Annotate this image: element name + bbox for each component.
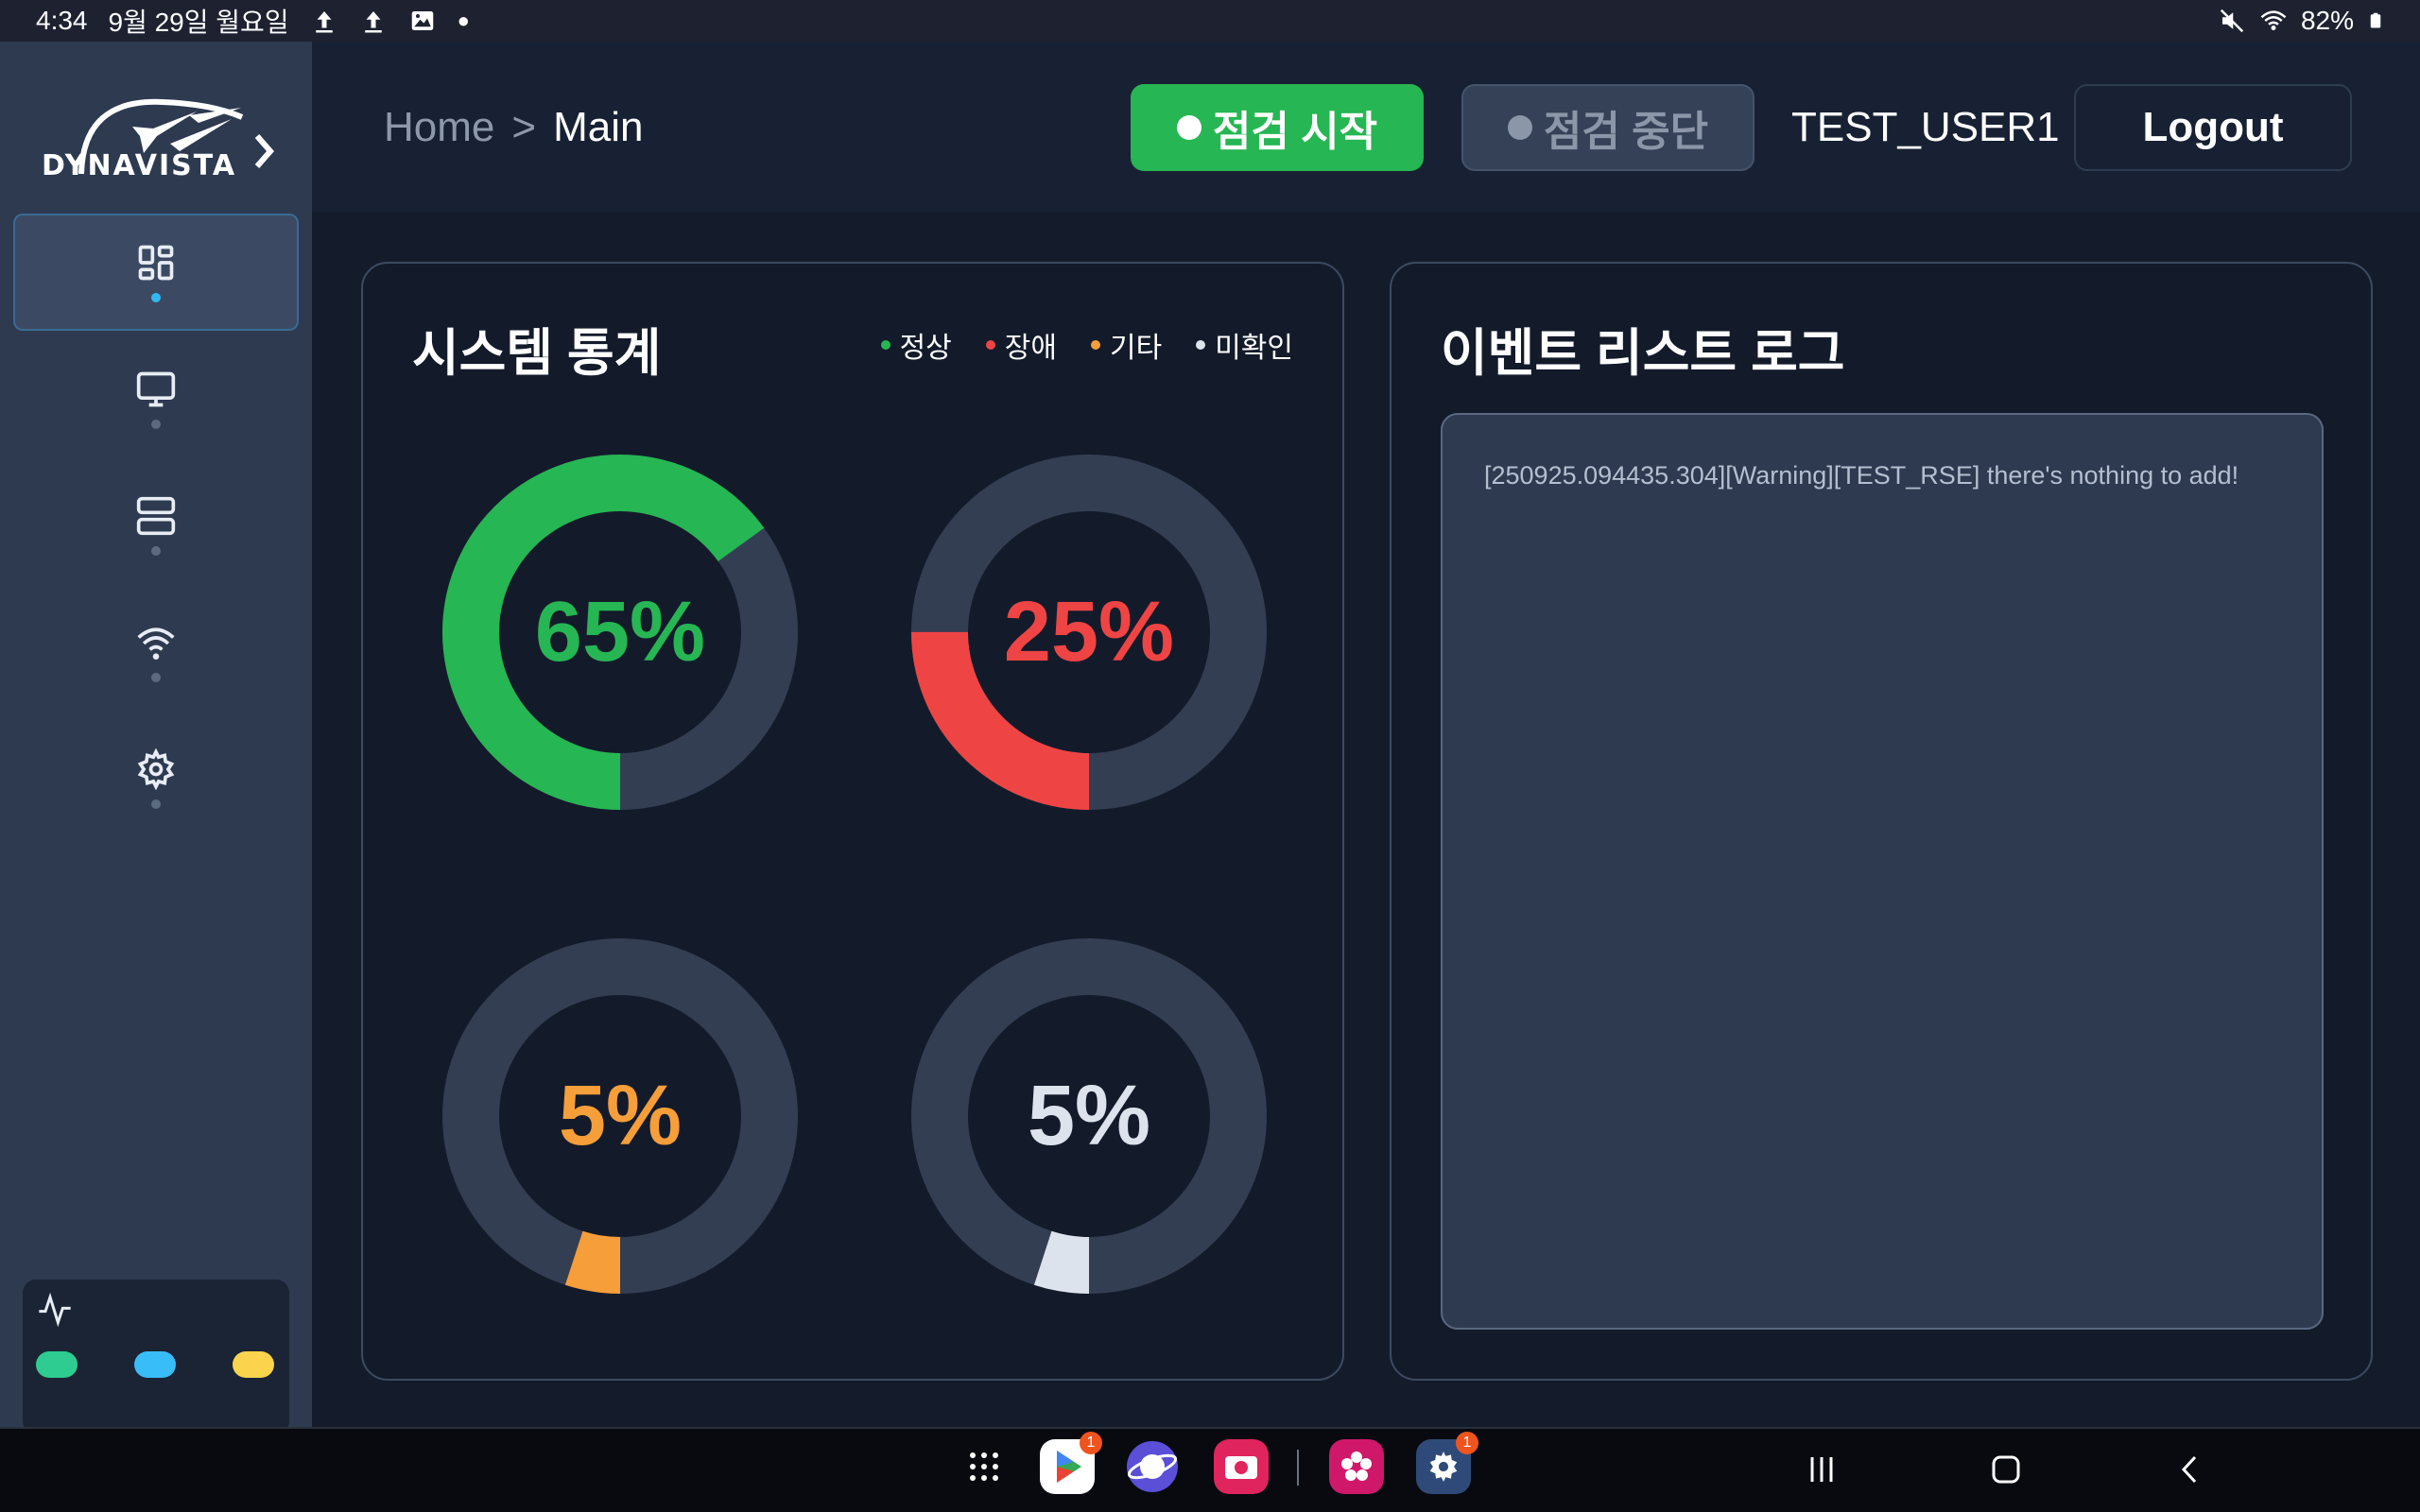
stop-inspection-label: 점검 중단 (1543, 109, 1709, 155)
legend-label: 장애 (1004, 333, 1057, 364)
legend-item: 정상 (880, 324, 952, 366)
logout-button[interactable]: Logout (2074, 84, 2352, 171)
wifi-icon (137, 627, 175, 660)
nav-indicator-dot (151, 293, 161, 302)
stop-inspection-button[interactable]: 점검 중단 (1461, 84, 1754, 171)
mute-icon (2220, 9, 2244, 33)
status-dot (1176, 115, 1201, 140)
notification-badge: 1 (1456, 1432, 1478, 1454)
legend-item: 미확인 (1196, 324, 1293, 366)
battery-percent: 82% (2300, 6, 2354, 35)
notification-badge: 1 (1080, 1432, 1102, 1454)
donut-value: 5% (1027, 1068, 1151, 1163)
status-dot (1507, 115, 1532, 140)
status-indicator-panel (23, 1280, 289, 1435)
home-icon[interactable] (1982, 1446, 2030, 1493)
back-icon[interactable] (2167, 1446, 2214, 1493)
donut-normal: 65% (441, 453, 800, 812)
flower-app-icon[interactable] (1329, 1439, 1384, 1494)
nav-dashboard[interactable] (13, 214, 299, 331)
status-date: 9월 29일 월요일 (108, 8, 289, 37)
user-name: TEST_USER1 (1791, 104, 2060, 150)
image-icon (411, 11, 433, 30)
legend-label: 정상 (899, 333, 952, 364)
log-line: [250925.094435.304][Warning][TEST_RSE] t… (1484, 461, 2239, 490)
system-stats-card: 시스템 통계 정상 장애 기타 미확인 65% 25% 5% 5% (361, 262, 1344, 1381)
app-grid-icon[interactable] (957, 1439, 1011, 1494)
sidebar: DYNAVISTA (0, 42, 312, 1435)
breadcrumb-home[interactable]: Home (384, 104, 494, 151)
start-inspection-label: 점검 시작 (1212, 109, 1378, 155)
start-inspection-button[interactable]: 점검 시작 (1131, 84, 1424, 171)
activity-icon (39, 1292, 71, 1328)
stats-title: 시스템 통계 (412, 325, 662, 382)
donut-other: 5% (441, 936, 800, 1296)
donut-value: 65% (534, 584, 706, 679)
donut-value: 25% (1003, 584, 1175, 679)
stats-legend: 정상 장애 기타 미확인 (880, 324, 1293, 366)
nav-indicator-dot (151, 673, 161, 682)
legend-label: 기타 (1109, 333, 1163, 364)
settings-app-icon[interactable]: 1 (1416, 1432, 1478, 1494)
recent-apps-icon[interactable] (1798, 1446, 1845, 1493)
breadcrumb-current: Main (553, 104, 644, 150)
status-time: 4:34 (36, 6, 88, 35)
monitor-icon (136, 371, 176, 407)
event-log-card: 이벤트 리스트 로그 [250925.094435.304][Warning][… (1390, 262, 2373, 1381)
dashboard-icon (138, 245, 174, 281)
legend-item: 기타 (1090, 324, 1163, 366)
legend-dot (880, 340, 890, 350)
indicator-blue (134, 1351, 176, 1378)
event-log-box[interactable]: [250925.094435.304][Warning][TEST_RSE] t… (1441, 413, 2324, 1330)
header: Home > Main 점검 시작 점검 중단 TEST_USER1 Logou… (312, 42, 2420, 212)
legend-dot (985, 340, 995, 350)
donut-fault: 25% (909, 453, 1269, 812)
donut-value: 5% (558, 1068, 683, 1163)
upload-icon (315, 11, 333, 33)
dock-divider (1297, 1450, 1299, 1486)
nav-indicator-dot (151, 546, 161, 556)
donut-unverified: 5% (909, 936, 1269, 1296)
legend-dot (1196, 340, 1206, 350)
status-bar: 4:34 9월 29일 월요일 ● 82% (0, 0, 2420, 42)
nav-server[interactable] (13, 467, 299, 584)
camera-icon[interactable] (1214, 1439, 1269, 1494)
nav-wifi[interactable] (13, 593, 299, 711)
nav-indicator-dot (151, 799, 161, 809)
main-content: 시스템 통계 정상 장애 기타 미확인 65% 25% 5% 5% 이벤트 리스… (312, 212, 2420, 1427)
legend-label: 미확인 (1215, 333, 1293, 364)
logo-text: DYNAVISTA (42, 149, 237, 182)
nav-indicator-dot (151, 420, 161, 429)
legend-item: 장애 (985, 324, 1057, 366)
breadcrumb: Home > Main (384, 104, 643, 151)
indicator-yellow (233, 1351, 274, 1378)
internet-browser-icon[interactable] (1125, 1439, 1180, 1494)
upload-icon (364, 11, 382, 33)
event-log-title: 이벤트 리스트 로그 (1441, 325, 1845, 382)
indicator-green (36, 1351, 78, 1378)
battery-icon (2370, 12, 2381, 28)
play-store-icon[interactable]: 1 (1040, 1432, 1102, 1494)
wifi-icon (2260, 10, 2287, 30)
screen: 4:34 9월 29일 월요일 ● 82% DYNAVISTA Home > M… (0, 0, 2420, 1512)
nav-settings[interactable] (13, 720, 299, 837)
android-nav-bar (0, 1427, 2420, 1512)
legend-dot (1090, 340, 1100, 350)
server-icon (136, 496, 176, 536)
gear-icon (137, 748, 175, 790)
breadcrumb-separator: > (511, 104, 537, 150)
nav-monitor[interactable] (13, 340, 299, 457)
dot-icon: ● (457, 9, 470, 32)
